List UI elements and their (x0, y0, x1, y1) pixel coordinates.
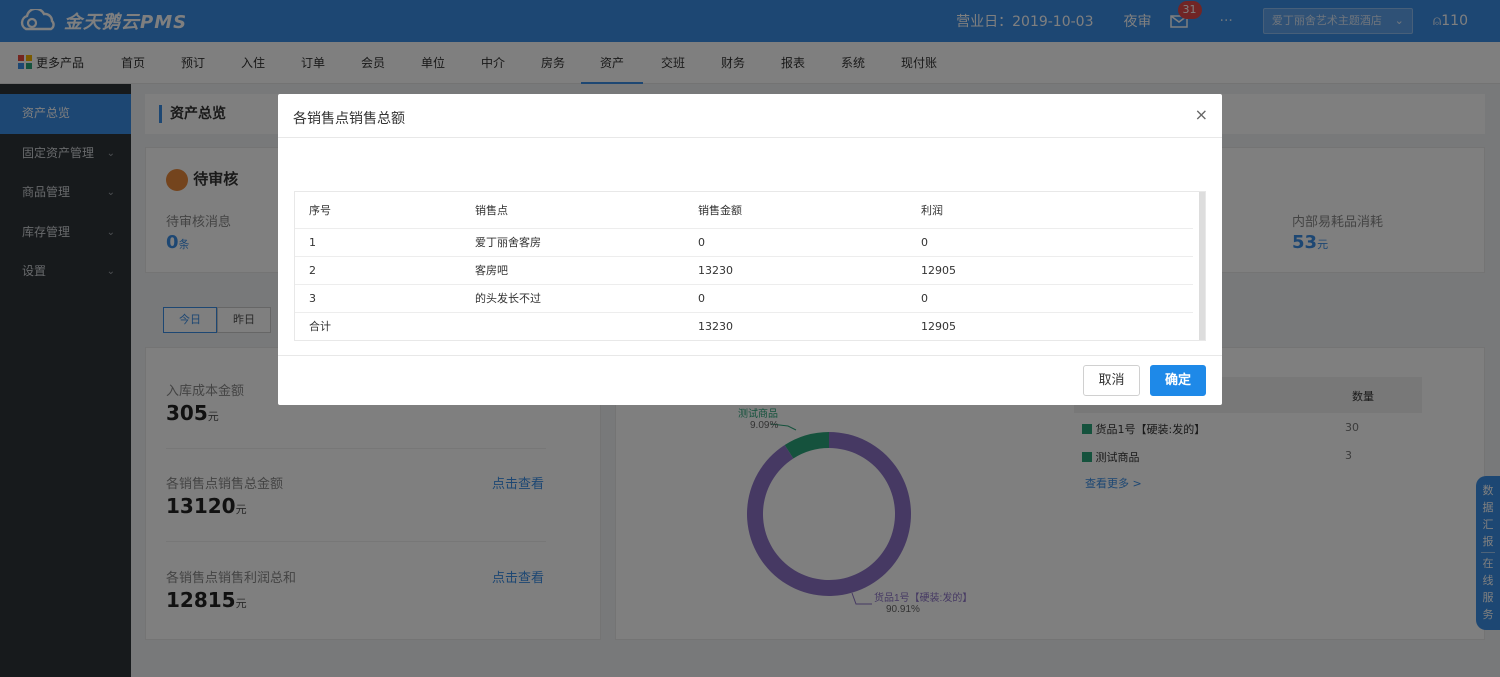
modal-title: 各销售点销售总额 (293, 111, 405, 127)
cell-index: 3 (295, 284, 461, 313)
col-header-index: 序号 (295, 192, 461, 229)
cell-sales-point: 客房吧 (461, 256, 684, 285)
cell-index: 1 (295, 228, 461, 257)
close-icon[interactable]: × (1195, 105, 1208, 124)
confirm-button[interactable]: 确定 (1150, 365, 1206, 396)
table-header-row: 序号 销售点 销售金额 利润 (295, 192, 1193, 229)
cell-profit: 0 (907, 228, 1193, 257)
cell-index: 2 (295, 256, 461, 285)
col-header-sales-point: 销售点 (461, 192, 684, 229)
sales-table: 序号 销售点 销售金额 利润 1 爱丁丽舍客房 0 0 2 客房吧 13230 (295, 192, 1193, 340)
cell-sales-point (461, 312, 684, 340)
cell-amount: 0 (684, 228, 907, 257)
cell-sales-point: 的头发长不过 (461, 284, 684, 313)
sales-table-container: 序号 销售点 销售金额 利润 1 爱丁丽舍客房 0 0 2 客房吧 13230 (294, 191, 1206, 341)
table-total-row: 合计 13230 12905 (295, 312, 1193, 340)
cell-amount: 0 (684, 284, 907, 313)
cell-profit: 0 (907, 284, 1193, 313)
table-row: 3 的头发长不过 0 0 (295, 284, 1193, 313)
cell-index: 合计 (295, 312, 461, 340)
modal-footer: 取消 确定 (278, 355, 1222, 405)
col-header-profit: 利润 (907, 192, 1193, 229)
cell-amount: 13230 (684, 256, 907, 285)
cell-amount: 13230 (684, 312, 907, 340)
cell-sales-point: 爱丁丽舍客房 (461, 228, 684, 257)
sales-total-modal: 各销售点销售总额 × 序号 销售点 销售金额 利润 1 爱丁丽舍客房 0 0 2… (278, 94, 1222, 405)
cell-profit: 12905 (907, 312, 1193, 340)
cancel-button[interactable]: 取消 (1083, 365, 1140, 396)
col-header-amount: 销售金额 (684, 192, 907, 229)
table-row: 1 爱丁丽舍客房 0 0 (295, 228, 1193, 257)
table-scrollbar[interactable] (1199, 192, 1205, 340)
table-row: 2 客房吧 13230 12905 (295, 256, 1193, 285)
cell-profit: 12905 (907, 256, 1193, 285)
modal-header: 各销售点销售总额 × (278, 94, 1222, 138)
